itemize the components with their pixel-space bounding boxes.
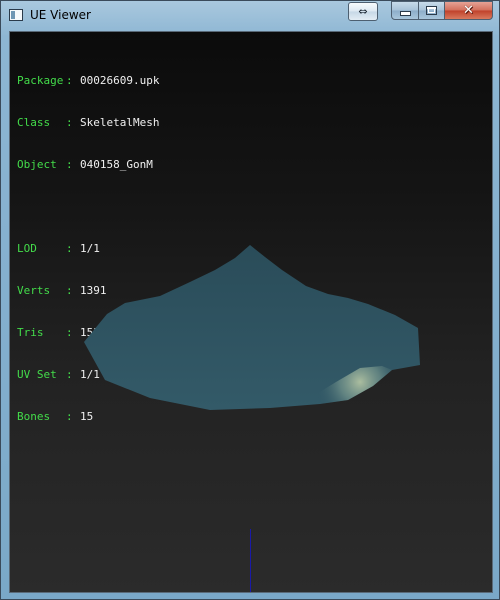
axis-line bbox=[250, 529, 251, 592]
maximize-button[interactable] bbox=[418, 1, 445, 20]
app-icon bbox=[9, 9, 23, 21]
title-bar[interactable]: UE Viewer ⇔ ✕ bbox=[1, 1, 499, 31]
3d-viewport[interactable]: Package:00026609.upk Class: SkeletalMesh … bbox=[9, 31, 493, 593]
double-arrow-icon: ⇔ bbox=[358, 5, 368, 18]
close-icon: ✕ bbox=[463, 3, 474, 18]
window-title: UE Viewer bbox=[30, 8, 91, 22]
app-window: UE Viewer ⇔ ✕ Package:00026609.upk Class… bbox=[0, 0, 500, 600]
minimize-icon bbox=[399, 11, 411, 16]
maximize-icon bbox=[426, 6, 437, 15]
skeletal-mesh-render bbox=[84, 245, 420, 410]
close-button[interactable]: ✕ bbox=[444, 1, 493, 20]
minimize-button[interactable] bbox=[391, 1, 419, 20]
fullscreen-toggle-button[interactable]: ⇔ bbox=[348, 2, 378, 21]
